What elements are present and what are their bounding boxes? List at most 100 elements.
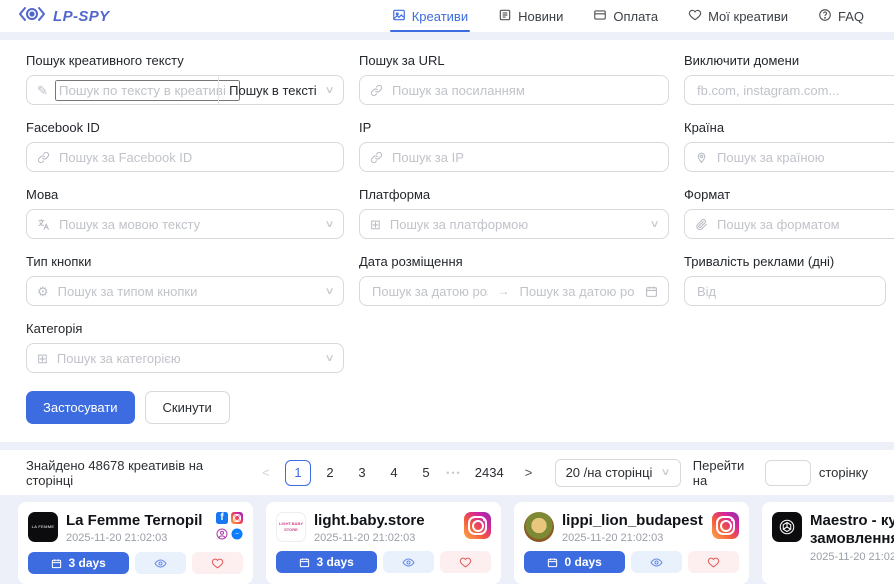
field-label: Мова (26, 187, 344, 202)
eye-logo-icon (18, 6, 46, 27)
duration-from-input[interactable] (695, 283, 875, 300)
platform-select[interactable]: ⊞ ∨ (359, 209, 669, 239)
platform-input[interactable] (388, 216, 644, 233)
creative-card[interactable]: LA FEMME La Femme Ternopil 2025-11-20 21… (18, 502, 253, 584)
cube-icon (778, 518, 796, 536)
nav-label: Оплата (613, 9, 658, 24)
profile-icon[interactable] (216, 527, 228, 545)
arrow-right-icon: → (498, 284, 510, 298)
brand-logo[interactable]: LP-SPY (18, 6, 110, 27)
language-input[interactable] (57, 216, 319, 233)
news-icon (498, 8, 512, 25)
prev-page-button[interactable]: < (253, 460, 279, 486)
nav-label: Новини (518, 9, 563, 24)
days-label: 3 days (68, 556, 105, 570)
field-platform: Платформа ⊞ ∨ (359, 187, 669, 239)
reset-button[interactable]: Скинути (145, 391, 230, 424)
field-label: Виключити домени (684, 53, 894, 68)
calendar-icon (51, 558, 62, 569)
field-duration: Тривалість реклами (дні) (684, 254, 894, 306)
instagram-icon[interactable] (712, 512, 739, 539)
apply-button[interactable]: Застосувати (26, 391, 135, 424)
days-active-button[interactable]: 3 days (28, 552, 129, 574)
field-label: Пошук креативного тексту (26, 53, 344, 68)
chevron-down-icon: ∨ (324, 219, 334, 230)
top-header: LP-SPY Креативи Новини Оплата Мої креати… (0, 0, 894, 32)
tab-payment[interactable]: Оплата (593, 0, 658, 32)
field-country: Країна (684, 120, 894, 172)
page-size-value: 20 /на сторінці (566, 465, 653, 480)
next-page-button[interactable]: > (516, 460, 542, 486)
tab-news[interactable]: Новини (498, 0, 563, 32)
like-button[interactable] (688, 551, 739, 573)
nav-label: Креативи (412, 9, 468, 24)
field-format: Формат (684, 187, 894, 239)
avatar-text: LA FEMME (32, 524, 55, 530)
category-input[interactable] (55, 350, 319, 367)
field-label: Тип кнопки (26, 254, 344, 269)
page-button-5[interactable]: 5 (413, 460, 439, 486)
view-button[interactable] (135, 552, 186, 574)
messenger-icon[interactable] (231, 527, 243, 545)
text-search-mode-select[interactable]: Пошук в тексті ∨ (218, 76, 343, 104)
ip-input[interactable] (390, 149, 658, 166)
like-button[interactable] (192, 552, 243, 574)
avatar (772, 512, 802, 542)
field-label: Формат (684, 187, 894, 202)
pagination-ellipsis[interactable]: ••• (442, 468, 466, 478)
chevron-down-icon: ∨ (324, 85, 334, 96)
goto-page-input[interactable] (765, 460, 811, 486)
question-icon (818, 8, 832, 25)
filters-panel: Пошук креативного тексту ✎ Пошук в текст… (0, 40, 894, 442)
category-select[interactable]: ⊞ ∨ (26, 343, 344, 373)
grid-icon: ⊞ (37, 352, 48, 365)
date-end-input[interactable] (518, 283, 638, 300)
last-page-button[interactable]: 2434 (469, 460, 510, 486)
facebook-id-input[interactable] (57, 149, 333, 166)
format-select[interactable] (684, 209, 894, 239)
facebook-icon[interactable]: f (216, 512, 228, 524)
button-type-select[interactable]: ⚙ ∨ (26, 276, 344, 306)
image-icon (392, 8, 406, 25)
select-value: Пошук в тексті (229, 83, 317, 98)
page-button-4[interactable]: 4 (381, 460, 407, 486)
tab-my-creatives[interactable]: Мої креативи (688, 0, 788, 32)
pencil-icon: ✎ (37, 84, 48, 97)
page-button-1[interactable]: 1 (285, 460, 311, 486)
tab-creatives[interactable]: Креативи (392, 0, 468, 32)
days-active-button[interactable]: 3 days (276, 551, 377, 573)
creative-card[interactable]: LIGHT.BABY STORE light.baby.store 2025-1… (266, 502, 501, 584)
creative-card[interactable]: Maestro - кухні, ме замовлення в Ужго 20… (762, 502, 894, 584)
button-type-input[interactable] (56, 283, 319, 300)
tab-faq[interactable]: FAQ (818, 0, 864, 32)
instagram-icon[interactable] (231, 512, 243, 524)
format-input[interactable] (715, 216, 894, 233)
card-title: light.baby.store (314, 512, 456, 529)
field-label: Платформа (359, 187, 669, 202)
page-button-3[interactable]: 3 (349, 460, 375, 486)
heart-icon (688, 8, 702, 25)
avatar: LA FEMME (28, 512, 58, 542)
date-range-picker[interactable]: → (359, 276, 669, 306)
field-label: IP (359, 120, 669, 135)
goto-page-prefix: Перейти на (693, 458, 757, 488)
view-button[interactable] (631, 551, 682, 573)
date-start-input[interactable] (370, 283, 490, 300)
creative-text-input[interactable] (55, 80, 240, 101)
exclude-domains-input[interactable] (695, 82, 894, 99)
field-category: Категорія ⊞ ∨ (26, 321, 344, 373)
link-icon (370, 84, 383, 97)
country-input[interactable] (715, 149, 894, 166)
language-select[interactable]: ∨ (26, 209, 344, 239)
social-icons: f (216, 512, 243, 545)
card-title: La Femme Ternopil (66, 512, 208, 529)
creative-card[interactable]: lippi_lion_budapest 2025-11-20 21:02:03 … (514, 502, 749, 584)
page-button-2[interactable]: 2 (317, 460, 343, 486)
url-input[interactable] (390, 82, 658, 99)
page-size-select[interactable]: 20 /на сторінці ∨ (555, 459, 681, 487)
instagram-icon[interactable] (464, 512, 491, 539)
like-button[interactable] (440, 551, 491, 573)
calendar-icon (645, 285, 658, 298)
days-active-button[interactable]: 0 days (524, 551, 625, 573)
view-button[interactable] (383, 551, 434, 573)
